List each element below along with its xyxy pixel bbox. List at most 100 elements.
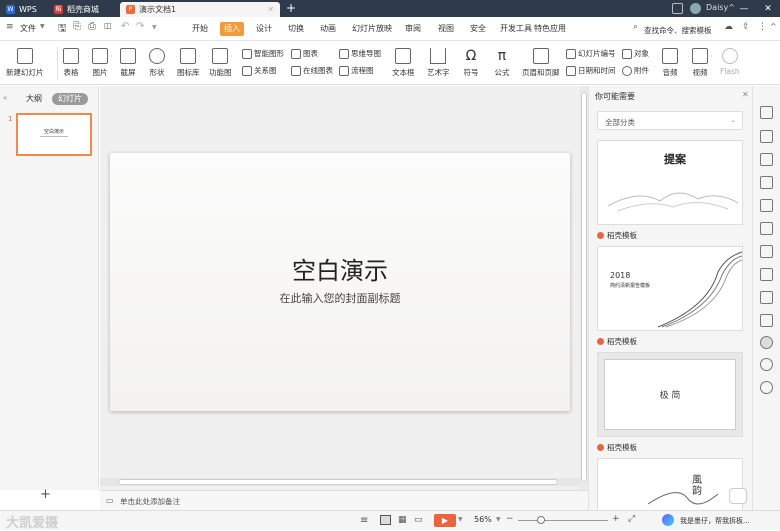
menu-design[interactable]: 设计 <box>252 22 276 36</box>
slide-number-button[interactable]: 幻灯片编号 <box>566 48 616 59</box>
layout-icon[interactable] <box>760 245 773 258</box>
window-mode-icon[interactable] <box>672 3 683 14</box>
menu-special[interactable]: 特色应用 <box>530 22 570 36</box>
slide-title[interactable]: 空白演示 <box>110 251 570 286</box>
hamburger-icon[interactable]: ≡ <box>6 22 14 32</box>
zoom-out-icon[interactable]: − <box>506 514 514 524</box>
avatar[interactable] <box>690 3 701 14</box>
flowchart-button[interactable]: 流程图 <box>339 65 374 76</box>
horizontal-scrollbar[interactable] <box>100 478 580 486</box>
picture-button[interactable]: 图片 <box>92 48 108 78</box>
collapse-panel-icon[interactable]: « <box>3 94 7 102</box>
category-select[interactable]: 全部分类 ⌄ <box>597 111 743 130</box>
slide-sorter-icon[interactable]: ▦ <box>398 515 407 525</box>
flash-button[interactable]: Flash <box>720 48 740 76</box>
zoom-handle[interactable] <box>537 516 545 524</box>
magic-icon[interactable] <box>760 106 773 119</box>
picture-icon[interactable] <box>760 291 773 304</box>
chevron-down-icon[interactable]: ▼ <box>40 23 45 30</box>
preview-icon[interactable]: ◫ <box>104 21 112 30</box>
animation-icon[interactable] <box>760 199 773 212</box>
history-icon[interactable] <box>760 358 773 371</box>
chevron-down-icon[interactable]: ▼ <box>496 516 501 523</box>
save-icon[interactable]: 🖫 <box>58 21 67 38</box>
share-icon[interactable]: ⇪ <box>742 22 750 32</box>
header-footer-button[interactable]: 页眉和页脚 <box>522 48 560 78</box>
scroll-thumb[interactable] <box>581 92 587 482</box>
close-window-icon[interactable]: ✕ <box>756 0 780 17</box>
tab-document[interactable]: P 演示文档1 ✕ <box>120 2 280 17</box>
cloud-sync-icon[interactable]: ☁ <box>724 22 733 32</box>
table-button[interactable]: 表格 <box>63 48 79 78</box>
crop-icon[interactable] <box>760 314 773 327</box>
normal-view-icon[interactable] <box>380 515 391 525</box>
menu-review[interactable]: 审阅 <box>401 22 425 36</box>
close-tab-icon[interactable]: ✕ <box>267 5 274 14</box>
relation-chart-button[interactable]: 关系图 <box>242 65 277 76</box>
tab-slides[interactable]: 幻灯片 <box>52 93 88 105</box>
menu-file[interactable]: 文件 <box>16 22 40 36</box>
template-tag-3[interactable]: 稻壳模板 <box>597 442 637 453</box>
symbol-button[interactable]: Ω 符号 <box>463 48 479 78</box>
arrow-icon[interactable] <box>760 268 773 281</box>
help-icon[interactable] <box>760 381 773 394</box>
zoom-level[interactable]: 56% <box>474 515 492 524</box>
notes-toggle-icon[interactable]: ≡ <box>360 515 368 526</box>
datetime-button[interactable]: 日期和时间 <box>566 65 616 76</box>
reading-view-icon[interactable]: ▭ <box>414 515 423 525</box>
select-icon[interactable] <box>760 130 773 143</box>
new-tab-icon[interactable]: + <box>286 1 296 15</box>
audio-button[interactable]: 音频 <box>662 48 678 78</box>
undo-icon[interactable]: ↶ <box>121 21 129 32</box>
tab-wps[interactable]: W WPS <box>0 2 48 17</box>
shape-format-icon[interactable] <box>760 153 773 166</box>
formula-button[interactable]: π 公式 <box>494 48 510 78</box>
shapes-button[interactable]: 形状 <box>149 48 165 78</box>
minimize-icon[interactable]: — <box>732 0 756 17</box>
user-name[interactable]: Daisy^ <box>706 3 735 12</box>
online-chart-button[interactable]: 在线图表 <box>291 65 333 76</box>
menu-slideshow[interactable]: 幻灯片放映 <box>348 22 396 36</box>
redo-icon[interactable]: ↷ <box>136 21 144 32</box>
mindmap-button[interactable]: 思维导图 <box>339 48 381 59</box>
recommend-icon[interactable] <box>760 336 773 349</box>
video-button[interactable]: 视频 <box>692 48 708 78</box>
chart-button[interactable]: 图表 <box>291 48 318 59</box>
template-tag-2[interactable]: 稻壳模板 <box>597 336 637 347</box>
menu-insert[interactable]: 插入 <box>220 22 244 36</box>
more-icon[interactable]: ⋮ <box>758 22 767 32</box>
print-icon[interactable]: ⎙ <box>88 21 96 32</box>
template-card-1[interactable]: 提案 <box>597 140 743 225</box>
assistant-icon[interactable] <box>662 514 674 526</box>
fit-window-icon[interactable]: ⤢ <box>628 514 635 524</box>
template-card-2[interactable]: 2018 简约清新报告模板 <box>597 246 743 331</box>
zoom-slider[interactable] <box>518 520 608 521</box>
add-slide-icon[interactable]: + <box>40 487 51 502</box>
tab-docer-store[interactable]: 稻 稻壳商城 <box>48 2 120 17</box>
panel-title[interactable]: 你可能需要 <box>595 91 635 102</box>
close-panel-icon[interactable]: ✕ <box>742 90 749 99</box>
scroll-thumb[interactable] <box>118 479 558 485</box>
slide-thumbnail[interactable]: 空白演示 <box>16 113 92 156</box>
tab-outline[interactable]: 大纲 <box>20 93 48 105</box>
menu-security[interactable]: 安全 <box>466 22 490 36</box>
search-icon[interactable]: ⌕ <box>633 22 638 32</box>
template-card-4[interactable]: 風 韵 <box>597 458 743 510</box>
notes-placeholder[interactable]: 单击此处添加备注 <box>120 496 180 507</box>
chevron-down-icon[interactable]: ▼ <box>152 24 157 31</box>
function-chart-button[interactable]: 功能图 <box>209 48 232 78</box>
slide-subtitle[interactable]: 在此输入您的封面副标题 <box>110 290 570 306</box>
chevron-up-icon[interactable]: ^ <box>770 22 777 31</box>
notes-bar[interactable]: ▭ 单击此处添加备注 <box>100 490 588 510</box>
icon-library-button[interactable]: 图标库 <box>177 48 200 78</box>
menu-transition[interactable]: 切换 <box>284 22 308 36</box>
search-command[interactable]: 查找命令、搜索模板 <box>644 25 712 36</box>
template-tag-1[interactable]: 稻壳模板 <box>597 230 637 241</box>
play-slideshow-icon[interactable]: ▶ <box>434 514 456 527</box>
menu-animation[interactable]: 动画 <box>316 22 340 36</box>
slide[interactable]: 空白演示 在此输入您的封面副标题 <box>110 153 570 411</box>
template-card-3[interactable]: 极 简 <box>597 352 743 437</box>
attachment-button[interactable]: 附件 <box>622 65 649 76</box>
adjust-icon[interactable] <box>760 176 773 189</box>
object-button[interactable]: 对象 <box>622 48 649 59</box>
